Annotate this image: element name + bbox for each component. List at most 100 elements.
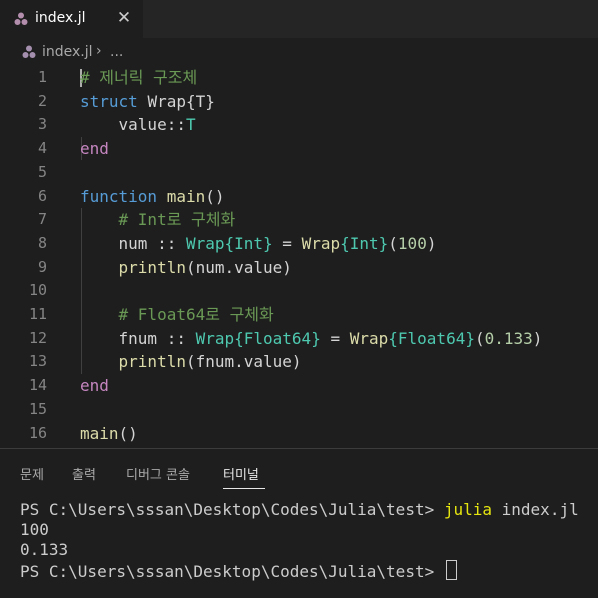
code-token: main [80,423,119,443]
line-number: 14 [28,376,47,395]
code-token: {Float64} [234,328,321,348]
code-token: ( [388,233,398,253]
code-text: struct Wrap{T} [80,90,215,114]
tab-debug-console[interactable]: 디버그 콘솔 [126,464,190,483]
terminal-line: PS C:\Users\sssan\Desktop\Codes\Julia\te… [20,560,590,581]
code-token: # Int로 구체화 [80,210,236,230]
code-token: Wrap [349,328,389,348]
code-token: end [80,376,109,396]
tab-output[interactable]: 출력 [72,464,96,483]
line-number: 8 [37,233,47,252]
breadcrumb: index.jl › ... [0,38,598,66]
command: julia [443,500,493,519]
code-token: {Int} [224,233,273,253]
breadcrumb-more[interactable]: ... [110,44,123,60]
code-token: # Float64로 구체화 [80,305,274,324]
code-text: end [80,137,109,161]
line-number: 13 [28,352,47,371]
code-token: Wrap [185,233,225,253]
code-text: num :: Wrap{Int} = Wrap{Int}(100) [80,232,437,256]
code-token: {Int} [340,233,389,253]
prompt: PS C:\Users\sssan\Desktop\Codes\Julia\te… [20,500,444,519]
code-token: ) [532,328,543,348]
code-editor[interactable]: 1 # 제너릭 구조체 2 struct Wrap{T} 3 value::T 4 end 5… [0,66,598,448]
tab-label: index.jl [35,10,86,26]
code-token: num :: [80,233,186,253]
julia-dots-icon [14,12,28,25]
code-text: println(num.value) [80,256,292,280]
code-line: 6 function main() [0,185,598,209]
code-token: 100 [397,233,427,253]
close-icon[interactable]: ✕ [116,9,132,27]
code-text: main() [80,422,138,446]
code-line: 3 value::T [0,113,598,137]
code-line: 12 fnum :: Wrap{Float64} = Wrap{Float64}… [0,327,598,351]
code-line: 15 [0,398,598,422]
code-text: function main() [80,185,225,209]
line-number: 11 [28,305,47,323]
code-text: # Int로 구체화 [80,208,236,232]
code-token: struct [80,91,148,111]
code-line: 5 [0,161,598,185]
code-token: {Float64} [388,328,475,348]
code-token: println [118,257,186,277]
editor-tab-bar: index.jl ✕ [0,0,598,38]
code-token: main [166,186,206,206]
code-text: # 제너릭 구조체 [80,66,197,90]
line-number: 15 [28,399,47,418]
code-line: 14 end [0,374,598,398]
code-token: = [272,233,302,253]
code-line: 10 [0,279,598,303]
line-number: 10 [28,281,47,300]
line-number: 16 [28,423,47,442]
code-line: 16 main() [0,422,598,446]
code-token: ) [426,233,437,253]
line-number: 5 [37,162,47,181]
panel-tab-bar: 문제 출력 디버그 콘솔 터미널 [0,449,598,493]
terminal-cursor [445,560,457,580]
code-token: = [320,328,350,348]
line-number: 6 [37,186,47,205]
code-text: end [80,374,109,398]
line-number: 7 [37,210,47,229]
terminal[interactable]: PS C:\Users\sssan\Desktop\Codes\Julia\te… [20,500,590,581]
line-number: 9 [37,257,47,276]
code-token: # 제너릭 구조체 [80,68,198,87]
command-arg: index.jl [492,500,579,519]
code-token: ( [474,328,485,348]
code-line: 11 # Float64로 구체화 [0,303,598,327]
code-token: 0.133 [484,328,533,348]
line-number: 3 [37,115,47,134]
chevron-right-icon: › [96,43,102,59]
line-number: 4 [37,139,47,158]
active-tab-indicator [223,488,265,489]
code-line: 1 # 제너릭 구조체 [0,66,598,90]
code-token: (fnum.value) [185,352,302,372]
julia-dots-icon [22,45,36,58]
breadcrumb-file[interactable]: index.jl [42,44,93,60]
code-token: () [118,423,138,443]
code-token: fnum :: [80,328,196,348]
code-line: 4 end [0,137,598,161]
tab-problems[interactable]: 문제 [20,464,44,483]
code-text: # Float64로 구체화 [80,303,274,327]
line-number: 12 [28,328,47,347]
tab-index-jl[interactable]: index.jl ✕ [0,0,143,38]
terminal-output: 100 [20,520,49,539]
code-token: Wrap [195,328,235,348]
code-token: println [118,352,186,372]
terminal-line: PS C:\Users\sssan\Desktop\Codes\Julia\te… [20,500,590,520]
code-line: 7 # Int로 구체화 [0,208,598,232]
code-token: end [80,139,109,159]
code-token: T [185,115,196,135]
tab-terminal[interactable]: 터미널 [223,464,259,483]
line-number: 1 [37,68,47,86]
code-line: 9 println(num.value) [0,256,598,280]
code-token: Wrap [301,233,341,253]
prompt: PS C:\Users\sssan\Desktop\Codes\Julia\te… [20,562,444,581]
code-token: (num.value) [185,257,292,277]
code-line: 2 struct Wrap{T} [0,90,598,114]
code-token: value:: [80,115,186,135]
